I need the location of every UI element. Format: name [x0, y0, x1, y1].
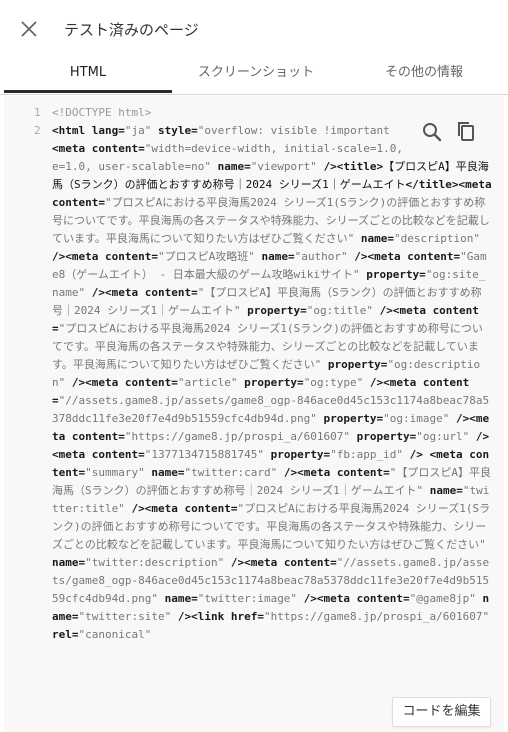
code-viewer[interactable]: 1 2 <!DOCTYPE html> <html lang="ja" styl…	[4, 96, 504, 732]
page-title: テスト済みのページ	[64, 21, 199, 39]
line-number: 2	[34, 124, 41, 137]
tab-html[interactable]: HTML	[4, 58, 172, 94]
line-number-gutter: 1 2	[4, 96, 44, 732]
active-tab-indicator	[4, 90, 172, 93]
close-icon[interactable]	[20, 20, 38, 38]
code-tools	[410, 112, 494, 152]
panel-header: テスト済みのページ	[0, 0, 508, 58]
tab-screenshot[interactable]: スクリーンショット	[172, 58, 340, 94]
search-icon[interactable]	[420, 120, 444, 144]
edit-code-button[interactable]: コードを編集	[392, 697, 491, 727]
copy-icon[interactable]	[454, 120, 478, 144]
tab-more-info[interactable]: その他の情報	[340, 58, 508, 94]
line-number: 1	[34, 106, 41, 119]
html-source: <!DOCTYPE html> <html lang="ja" style="o…	[52, 106, 492, 641]
